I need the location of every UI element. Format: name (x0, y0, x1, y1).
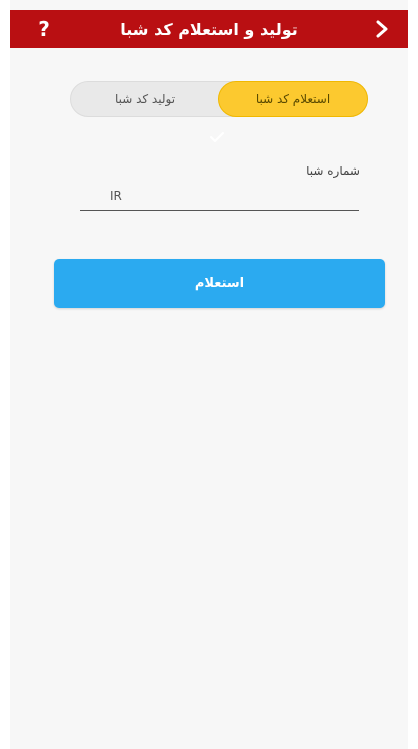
tab-iban-inquiry[interactable]: استعلام کد شبا (218, 81, 368, 117)
iban-input-wrapper (80, 182, 359, 211)
app-header: ? تولید و استعلام کد شبا (10, 10, 408, 48)
frame-left (0, 0, 10, 749)
app-screen: ? تولید و استعلام کد شبا استعلام کد شبا … (0, 0, 418, 749)
page-title: تولید و استعلام کد شبا (120, 19, 298, 39)
tab-iban-generate[interactable]: تولید کد شبا (71, 82, 219, 116)
mode-toggle: استعلام کد شبا تولید کد شبا (70, 81, 368, 117)
question-mark-icon[interactable]: ? (32, 17, 56, 41)
iban-field-label: شماره شبا (306, 164, 360, 178)
chevron-right-icon[interactable] (370, 17, 394, 41)
inquiry-button[interactable]: استعلام (54, 259, 385, 308)
iban-input[interactable] (80, 182, 359, 210)
frame-right (408, 0, 418, 749)
check-icon (210, 132, 224, 142)
